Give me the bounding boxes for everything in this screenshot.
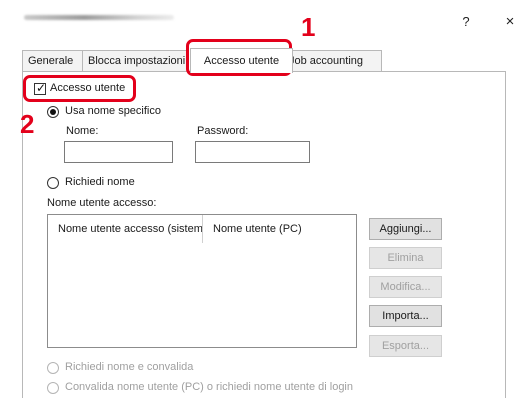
name-field-label: Nome:	[66, 125, 99, 137]
password-field-label: Password:	[197, 125, 249, 137]
use-specific-name-label: Usa nome specifico	[65, 105, 161, 117]
list-header: Nome utente accesso (sistema) Nome utent…	[48, 215, 356, 243]
add-button[interactable]: Aggiungi...	[369, 218, 442, 240]
prompt-for-name-label: Richiedi nome	[65, 176, 135, 188]
edit-button[interactable]: Modifica...	[369, 276, 442, 298]
user-login-checkbox[interactable]: ✓	[34, 81, 47, 95]
user-login-label: Accesso utente	[50, 82, 126, 94]
title-bar: ? ×	[0, 0, 528, 36]
tab-blocca-impostazioni[interactable]: Blocca impostazioni	[82, 50, 188, 72]
step1-number: 1	[301, 12, 316, 42]
checkmark-icon: ✓	[36, 81, 47, 95]
import-button[interactable]: Importa...	[369, 305, 442, 327]
column-header-login-name[interactable]: Nome utente accesso (sistema)	[48, 215, 202, 243]
prompt-for-name-radio[interactable]	[47, 177, 59, 189]
tab-generale[interactable]: Generale	[22, 50, 83, 72]
login-user-list-label: Nome utente accesso:	[47, 197, 157, 209]
export-button[interactable]: Esporta...	[369, 335, 442, 357]
name-field[interactable]	[64, 141, 173, 163]
window-title-blurred	[24, 15, 174, 20]
help-button[interactable]: ?	[456, 12, 476, 32]
tab-job-accounting[interactable]: Job accounting	[292, 50, 382, 72]
step2-number: 2	[20, 109, 35, 139]
prompt-name-validate-label: Richiedi nome e convalida	[65, 361, 194, 373]
prompt-name-validate-radio[interactable]	[47, 362, 59, 374]
validate-pc-name-radio[interactable]	[47, 382, 59, 394]
use-specific-name-radio[interactable]	[47, 106, 59, 118]
validate-pc-name-label: Convalida nome utente (PC) o richiedi no…	[65, 381, 353, 393]
login-user-list[interactable]: Nome utente accesso (sistema) Nome utent…	[47, 214, 357, 348]
close-button[interactable]: ×	[500, 12, 520, 32]
password-field[interactable]	[195, 141, 310, 163]
delete-button[interactable]: Elimina	[369, 247, 442, 269]
column-header-pc-name[interactable]: Nome utente (PC)	[203, 215, 357, 243]
tab-accesso-utente[interactable]: Accesso utente	[190, 48, 293, 73]
